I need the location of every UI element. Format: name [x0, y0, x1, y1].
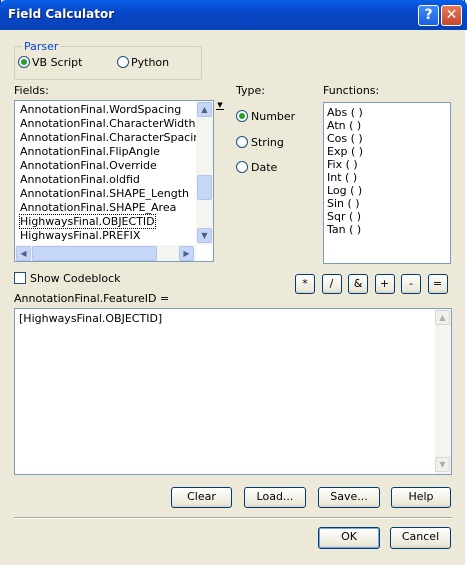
functions-label: Functions: — [323, 84, 380, 97]
python-radio[interactable] — [117, 56, 129, 68]
scroll-right-icon[interactable]: ▶ — [179, 246, 194, 261]
minus-operator-button[interactable]: - — [401, 274, 421, 294]
plus-operator-button[interactable]: + — [374, 274, 395, 294]
expression-scroll-up-icon[interactable]: ▲ — [435, 310, 450, 325]
divide-operator-button[interactable]: / — [321, 274, 342, 294]
scroll-down-icon[interactable]: ▼ — [197, 228, 212, 243]
field-list-item[interactable]: AnnotationFinal.CharacterSpacing — [20, 131, 207, 144]
fields-list[interactable]: AnnotationFinal.WordSpacing AnnotationFin… — [14, 100, 214, 262]
function-list-item[interactable]: Sqr ( ) — [327, 210, 361, 223]
fields-scroll-thumb[interactable] — [197, 175, 212, 200]
field-list-item[interactable]: AnnotationFinal.oldfid — [20, 173, 140, 186]
window-title: Field Calculator — [8, 7, 115, 21]
scroll-left-icon[interactable]: ◀ — [16, 246, 31, 261]
fields-dropdown-icon[interactable]: ▼ — [216, 101, 224, 110]
fields-horizontal-scrollbar[interactable]: ◀ ▶ — [15, 245, 196, 261]
ampersand-operator-button[interactable]: & — [348, 274, 368, 294]
function-list-item[interactable]: Exp ( ) — [327, 145, 363, 158]
function-list-item[interactable]: Fix ( ) — [327, 158, 358, 171]
show-codeblock-label[interactable]: Show Codeblock — [30, 272, 121, 285]
field-list-item[interactable]: AnnotationFinal.CharacterWidth — [20, 117, 195, 130]
expression-textarea[interactable]: [HighwaysFinal.OBJECTID] ▲ ▼ — [14, 308, 452, 475]
function-list-item[interactable]: Int ( ) — [327, 171, 357, 184]
type-number-label[interactable]: Number — [251, 110, 295, 123]
field-list-item[interactable]: AnnotationFinal.Override — [20, 159, 157, 172]
type-date-radio[interactable] — [236, 161, 248, 173]
multiply-operator-button[interactable]: * — [295, 274, 315, 294]
save-button[interactable]: Save... — [318, 487, 380, 508]
parser-legend: Parser — [22, 40, 61, 53]
cancel-button[interactable]: Cancel — [390, 527, 451, 549]
fields-vertical-scrollbar[interactable]: ▲ ▼ — [196, 101, 213, 245]
type-string-label[interactable]: String — [251, 136, 284, 149]
function-list-item[interactable]: Cos ( ) — [327, 132, 363, 145]
footer-separator — [14, 517, 452, 519]
help-title-button[interactable]: ? — [418, 5, 439, 26]
expression-scrollbar[interactable]: ▲ ▼ — [435, 309, 451, 474]
python-label[interactable]: Python — [131, 56, 169, 69]
type-number-radio[interactable] — [236, 110, 248, 122]
ok-button[interactable]: OK — [318, 527, 380, 549]
field-list-item[interactable]: HighwaysFinal.OBJECTID — [19, 214, 156, 229]
function-list-item[interactable]: Abs ( ) — [327, 106, 363, 119]
scroll-up-icon[interactable]: ▲ — [197, 102, 212, 117]
field-list-item[interactable]: AnnotationFinal.SHAPE_Area — [20, 201, 176, 214]
expression-scroll-down-icon[interactable]: ▼ — [435, 457, 450, 472]
vbscript-radio[interactable] — [18, 56, 30, 68]
function-list-item[interactable]: Tan ( ) — [327, 223, 361, 236]
help-button[interactable]: Help — [391, 487, 451, 508]
vbscript-label[interactable]: VB Script — [32, 56, 82, 69]
field-list-item[interactable]: HighwaysFinal.PREFIX — [20, 229, 140, 242]
clear-button[interactable]: Clear — [171, 487, 232, 508]
close-button[interactable]: ✕ — [441, 5, 462, 26]
type-string-radio[interactable] — [236, 136, 248, 148]
load-button[interactable]: Load... — [244, 487, 306, 508]
show-codeblock-checkbox[interactable] — [14, 272, 26, 284]
field-list-item[interactable]: AnnotationFinal.WordSpacing — [20, 103, 181, 116]
function-list-item[interactable]: Sin ( ) — [327, 197, 360, 210]
field-list-item[interactable]: AnnotationFinal.SHAPE_Length — [20, 187, 189, 200]
field-list-item[interactable]: AnnotationFinal.FlipAngle — [20, 145, 160, 158]
fields-label: Fields: — [14, 84, 49, 97]
type-label: Type: — [236, 84, 265, 97]
type-date-label[interactable]: Date — [251, 161, 277, 174]
fields-hscroll-thumb[interactable] — [32, 246, 157, 261]
functions-list[interactable]: Abs ( ) Atn ( ) Cos ( ) Exp ( ) Fix ( ) Int (… — [323, 102, 451, 264]
function-list-item[interactable]: Log ( ) — [327, 184, 362, 197]
dialog-body: Parser VB Script Python Fields: Annotati… — [0, 30, 465, 565]
expression-text: [HighwaysFinal.OBJECTID] — [19, 312, 163, 325]
title-bar[interactable]: Field Calculator ? ✕ — [0, 0, 467, 30]
function-list-item[interactable]: Atn ( ) — [327, 119, 361, 132]
equals-operator-button[interactable]: = — [427, 274, 448, 294]
expression-label: AnnotationFinal.FeatureID = — [14, 292, 170, 305]
